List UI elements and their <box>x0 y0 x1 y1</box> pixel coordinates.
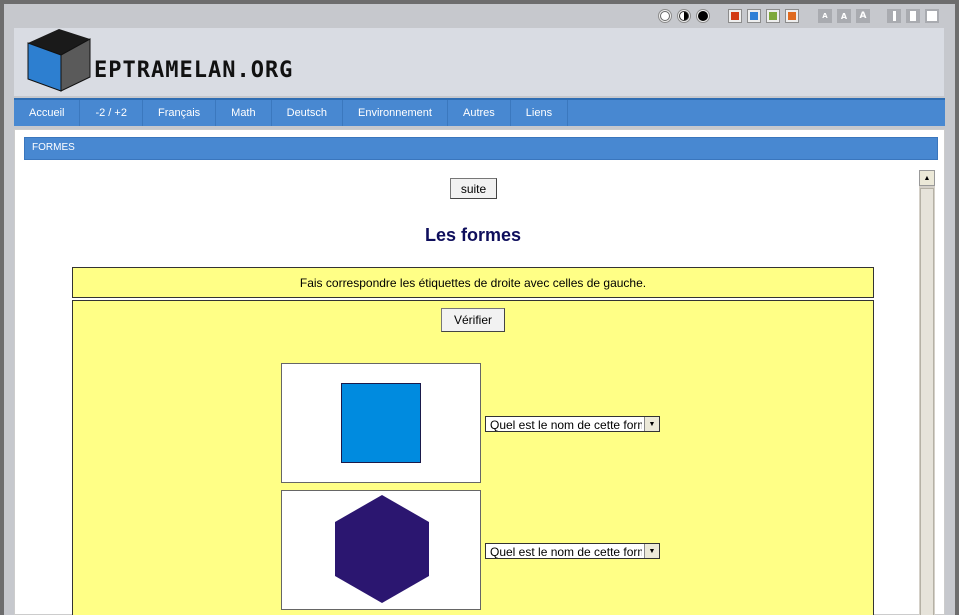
scroll-thumb[interactable] <box>920 188 934 615</box>
next-button[interactable]: suite <box>450 178 497 199</box>
swatch-blue-icon <box>750 12 758 20</box>
width-narrow-icon <box>892 11 896 21</box>
nav-item-math[interactable]: Math <box>216 100 272 126</box>
color-orange-button[interactable] <box>785 9 799 23</box>
contrast-tools <box>658 9 710 23</box>
width-medium-button[interactable] <box>906 9 920 23</box>
width-tools <box>887 9 939 23</box>
square-shape <box>341 383 421 463</box>
verify-button[interactable]: Vérifier <box>441 308 505 332</box>
color-tools <box>728 9 799 23</box>
width-wide-button[interactable] <box>925 9 939 23</box>
color-green-button[interactable] <box>766 9 780 23</box>
font-small-button[interactable]: A <box>818 9 832 23</box>
nav-item-level[interactable]: -2 / +2 <box>80 100 143 126</box>
chevron-down-icon[interactable]: ▼ <box>644 544 659 558</box>
section-title: FORMES <box>24 137 938 160</box>
circle-half-icon <box>679 11 689 21</box>
contrast-white-button[interactable] <box>658 9 672 23</box>
main-nav: Accueil -2 / +2 Français Math Deutsch En… <box>14 98 945 126</box>
nav-item-accueil[interactable]: Accueil <box>14 100 81 126</box>
width-narrow-button[interactable] <box>887 9 901 23</box>
font-large-button[interactable]: A <box>856 9 870 23</box>
font-small-label: A <box>822 12 828 20</box>
swatch-orange-icon <box>788 12 796 20</box>
instructions: Fais correspondre les étiquettes de droi… <box>72 267 874 298</box>
nav-item-liens[interactable]: Liens <box>511 100 569 126</box>
font-size-tools: A A A <box>818 9 870 23</box>
site-name[interactable]: EPTRAMELAN.ORG <box>94 58 293 83</box>
shape-select-1[interactable]: Quel est le nom de cette forme ? ▼ <box>485 416 660 432</box>
shape-select-2[interactable]: Quel est le nom de cette forme ? ▼ <box>485 543 660 559</box>
width-wide-icon <box>927 11 937 21</box>
nav-item-autres[interactable]: Autres <box>448 100 511 126</box>
nav-item-francais[interactable]: Français <box>143 100 217 126</box>
swatch-red-icon <box>731 12 739 20</box>
contrast-half-button[interactable] <box>677 9 691 23</box>
content-scrollbar[interactable]: ▲ <box>919 170 935 615</box>
cube-logo-icon[interactable] <box>27 29 91 93</box>
page-title: Les formes <box>424 225 522 245</box>
circle-white-icon <box>660 11 670 21</box>
contrast-black-button[interactable] <box>696 9 710 23</box>
font-medium-button[interactable]: A <box>837 9 851 23</box>
hexagon-shape <box>335 495 429 603</box>
circle-black-icon <box>698 11 708 21</box>
shape-card-hexagon <box>281 490 481 610</box>
scroll-up-icon[interactable]: ▲ <box>919 170 935 186</box>
color-red-button[interactable] <box>728 9 742 23</box>
browser-frame: A A A EPTRAMELAN.ORG Accueil -2 / +2 Fra… <box>4 4 955 615</box>
chevron-down-icon[interactable]: ▼ <box>644 417 659 431</box>
color-blue-button[interactable] <box>747 9 761 23</box>
shape-select-1-value: Quel est le nom de cette forme ? <box>490 418 642 432</box>
width-medium-icon <box>910 11 916 21</box>
nav-item-environnement[interactable]: Environnement <box>343 100 448 126</box>
font-large-label: A <box>859 11 867 21</box>
shape-select-2-value: Quel est le nom de cette forme ? <box>490 545 642 559</box>
font-medium-label: A <box>840 11 848 21</box>
swatch-green-icon <box>769 12 777 20</box>
nav-item-deutsch[interactable]: Deutsch <box>272 100 343 126</box>
shape-card-square <box>281 363 481 483</box>
site-header: EPTRAMELAN.ORG <box>14 28 944 96</box>
